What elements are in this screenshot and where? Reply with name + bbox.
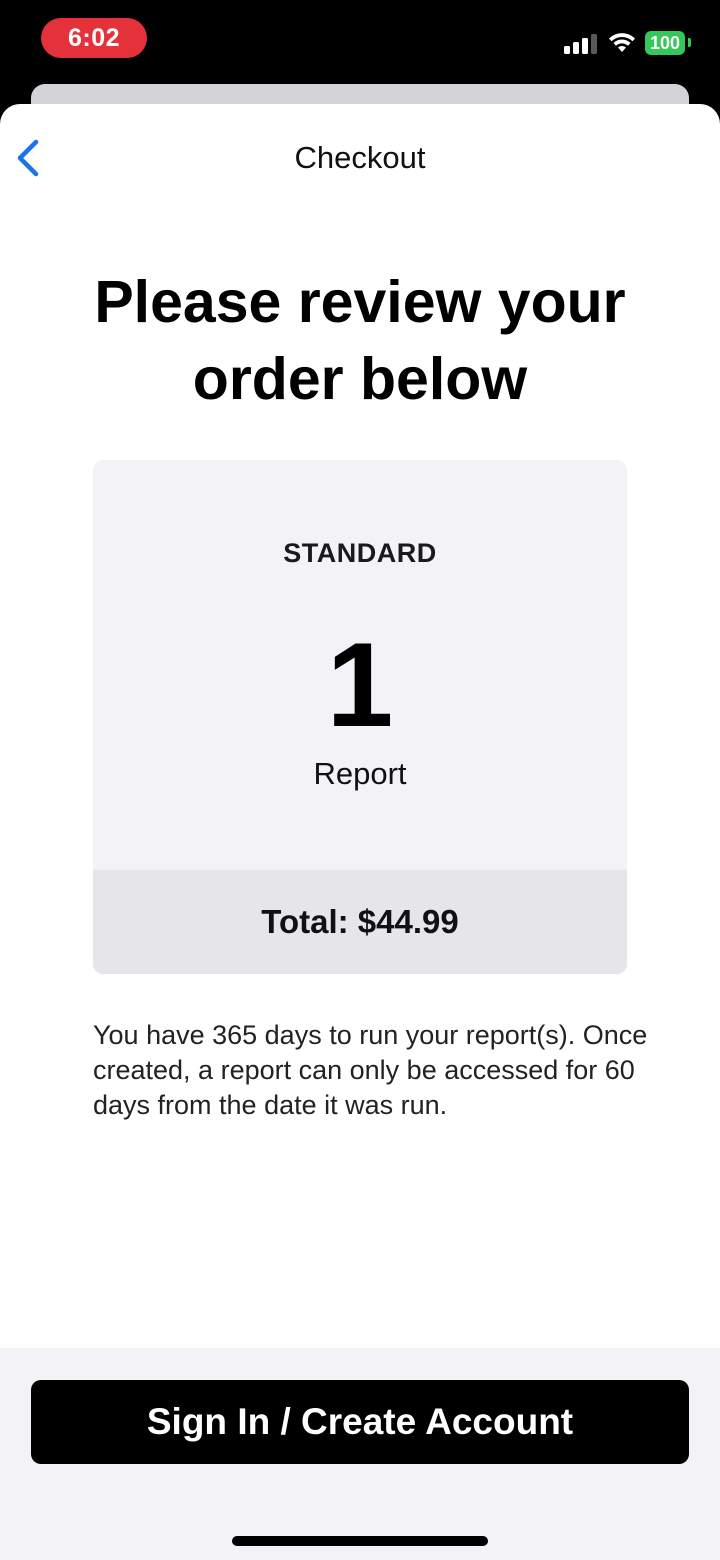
page-title: Please review your order below — [94, 269, 626, 412]
battery-icon: 100 — [645, 31, 685, 55]
bottom-action-area: Sign In / Create Account — [0, 1348, 720, 1560]
report-availability-note: You have 365 days to run your report(s).… — [93, 1020, 648, 1120]
plan-name: STANDARD — [283, 538, 437, 568]
battery-nub — [688, 38, 691, 47]
signal-icon — [564, 34, 598, 54]
report-unit: Report — [313, 756, 407, 791]
status-bar: 6:02 100 — [0, 0, 720, 86]
order-card: STANDARD 1 Report Total: $44.99 — [93, 460, 627, 974]
wifi-icon — [609, 33, 635, 52]
nav-title: Checkout — [294, 140, 426, 175]
report-count: 1 — [326, 618, 394, 752]
status-time: 6:02 — [41, 18, 147, 58]
home-indicator — [232, 1536, 488, 1546]
checkout-sheet: Checkout Please review your order below … — [0, 104, 720, 1560]
order-total: Total: $44.99 — [93, 870, 627, 974]
sign-in-create-account-button[interactable]: Sign In / Create Account — [31, 1380, 689, 1464]
